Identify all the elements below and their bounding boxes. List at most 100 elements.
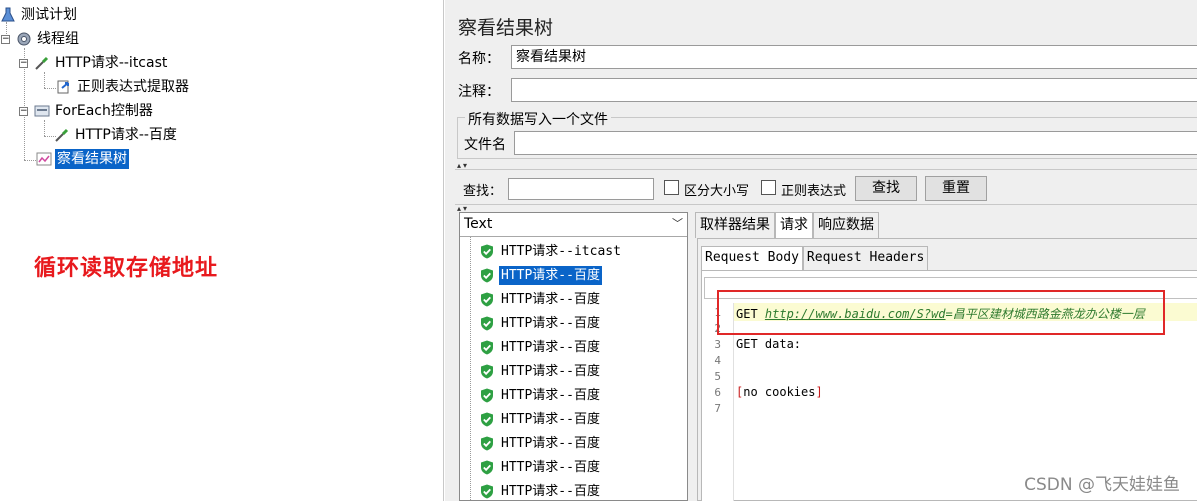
tree-line	[44, 88, 56, 89]
collapse-toggle[interactable]: −	[19, 107, 28, 116]
result-item-label: HTTP请求--itcast	[501, 243, 621, 259]
comment-input[interactable]	[511, 78, 1197, 102]
success-shield-icon	[480, 412, 494, 427]
code-line-6: [no cookies]	[736, 385, 823, 399]
search-input[interactable]	[508, 178, 654, 200]
tree-node-label: HTTP请求--百度	[75, 127, 177, 143]
tree-node-label: 正则表达式提取器	[77, 79, 189, 95]
comment-label: 注释：	[458, 84, 500, 100]
tree-node-foreach[interactable]: ForEach控制器	[34, 100, 155, 122]
result-item-label: HTTP请求--百度	[501, 387, 600, 403]
renderer-select-value: Text	[464, 216, 493, 232]
result-item[interactable]: HTTP请求--itcast	[480, 240, 623, 262]
tab-request[interactable]: 请求	[775, 212, 813, 238]
tree-node-regex-extractor[interactable]: 正则表达式提取器	[56, 76, 191, 98]
pipette-icon	[34, 55, 50, 71]
tree-line	[470, 237, 471, 501]
tab-response-data[interactable]: 响应数据	[813, 212, 879, 238]
result-item[interactable]: HTTP请求--百度	[480, 360, 602, 382]
test-plan-icon	[0, 7, 16, 23]
renderer-select[interactable]: Text ﹀	[460, 213, 687, 237]
highlight-box	[717, 290, 1165, 335]
result-tree-panel: 察看结果树 名称： 察看结果树 注释： 所有数据写入一个文件 文件名 ▴▾ 查找…	[445, 0, 1197, 501]
line-number: 7	[714, 402, 721, 415]
result-item-label: HTTP请求--百度	[501, 339, 600, 355]
pipette-icon	[54, 127, 70, 143]
result-item-label: HTTP请求--百度	[501, 483, 600, 499]
line-number: 3	[714, 338, 721, 351]
case-sensitive-label: 区分大小写	[684, 184, 750, 199]
result-item[interactable]: HTTP请求--百度	[480, 312, 602, 334]
line-number: 5	[714, 370, 721, 383]
tree-node-label: 测试计划	[21, 7, 77, 23]
result-item-label: HTTP请求--百度	[501, 291, 600, 307]
result-item-label: HTTP请求--百度	[501, 459, 600, 475]
tab-request-headers[interactable]: Request Headers	[802, 246, 929, 270]
tree-line	[44, 72, 45, 88]
request-subtabs: Request Body Request Headers	[701, 246, 929, 270]
test-plan-tree: 测试计划 − 线程组 − HTTP请求--itcast 正则表达式提取器 − F…	[0, 0, 444, 501]
extractor-icon	[56, 79, 72, 95]
find-button[interactable]: 查找	[855, 176, 917, 201]
cookies-text: no cookies	[743, 385, 816, 399]
result-item[interactable]: HTTP请求--百度	[480, 480, 602, 501]
collapse-toggle[interactable]: −	[19, 59, 28, 68]
success-shield-icon	[480, 340, 494, 355]
tree-node-label: HTTP请求--itcast	[55, 55, 168, 71]
filename-input[interactable]	[514, 131, 1197, 155]
page-title: 察看结果树	[458, 17, 554, 39]
result-item[interactable]: HTTP请求--百度	[480, 408, 602, 430]
result-item-label: HTTP请求--百度	[501, 411, 600, 427]
regex-checkbox[interactable]	[761, 180, 776, 195]
reset-button[interactable]: 重置	[925, 176, 987, 201]
result-item[interactable]: HTTP请求--百度	[480, 288, 602, 310]
result-item[interactable]: HTTP请求--百度	[480, 384, 602, 406]
tree-node-http-baidu[interactable]: HTTP请求--百度	[54, 124, 179, 146]
tree-node-thread-group[interactable]: 线程组	[16, 28, 81, 50]
tree-node-label: ForEach控制器	[55, 103, 153, 119]
watermark: CSDN @飞天娃娃鱼	[1024, 475, 1180, 495]
success-shield-icon	[480, 364, 494, 379]
success-shield-icon	[480, 268, 494, 283]
gear-icon	[16, 31, 32, 47]
success-shield-icon	[480, 316, 494, 331]
regex-label: 正则表达式	[781, 184, 847, 199]
success-shield-icon	[480, 244, 494, 259]
result-list[interactable]: Text ﹀ HTTP请求--itcast HTTP请求--百度 HTTP请求--百…	[459, 212, 688, 501]
chart-icon	[36, 151, 52, 167]
result-item-label: HTTP请求--百度	[501, 363, 600, 379]
result-item-label: HTTP请求--百度	[501, 435, 600, 451]
annotation-text: 循环读取存储地址	[34, 256, 219, 281]
name-input[interactable]: 察看结果树	[511, 45, 1197, 69]
result-item-label: HTTP请求--百度	[501, 315, 600, 331]
tree-node-test-plan[interactable]: 测试计划	[0, 4, 79, 26]
result-item[interactable]: HTTP请求--百度	[480, 432, 602, 454]
result-item-label: HTTP请求--百度	[499, 265, 602, 285]
group-title: 所有数据写入一个文件	[465, 109, 611, 129]
line-number: 4	[714, 354, 721, 367]
result-item[interactable]: HTTP请求--百度	[480, 456, 602, 478]
name-label: 名称：	[458, 51, 500, 67]
success-shield-icon	[480, 436, 494, 451]
result-tabs: 取样器结果 请求 响应数据	[695, 212, 879, 238]
filename-label: 文件名	[464, 137, 506, 153]
search-label: 查找：	[463, 184, 503, 199]
success-shield-icon	[480, 388, 494, 403]
result-item[interactable]: HTTP请求--百度	[480, 336, 602, 358]
chevron-down-icon[interactable]: ﹀	[672, 213, 683, 235]
success-shield-icon	[480, 460, 494, 475]
controller-icon	[34, 103, 50, 119]
tab-request-body[interactable]: Request Body	[701, 246, 803, 270]
line-number: 6	[714, 386, 721, 399]
tab-sampler-result[interactable]: 取样器结果	[695, 212, 775, 238]
success-shield-icon	[480, 292, 494, 307]
code-line-3: GET data:	[736, 337, 802, 351]
result-item[interactable]: HTTP请求--百度	[480, 264, 602, 286]
tree-node-label: 察看结果树	[55, 149, 129, 169]
tree-node-result-tree[interactable]: 察看结果树	[36, 148, 129, 170]
case-sensitive-checkbox[interactable]	[664, 180, 679, 195]
tree-node-label: 线程组	[37, 31, 79, 47]
collapse-toggle[interactable]: −	[1, 35, 10, 44]
tree-node-http-itcast[interactable]: HTTP请求--itcast	[34, 52, 169, 74]
success-shield-icon	[480, 484, 494, 499]
